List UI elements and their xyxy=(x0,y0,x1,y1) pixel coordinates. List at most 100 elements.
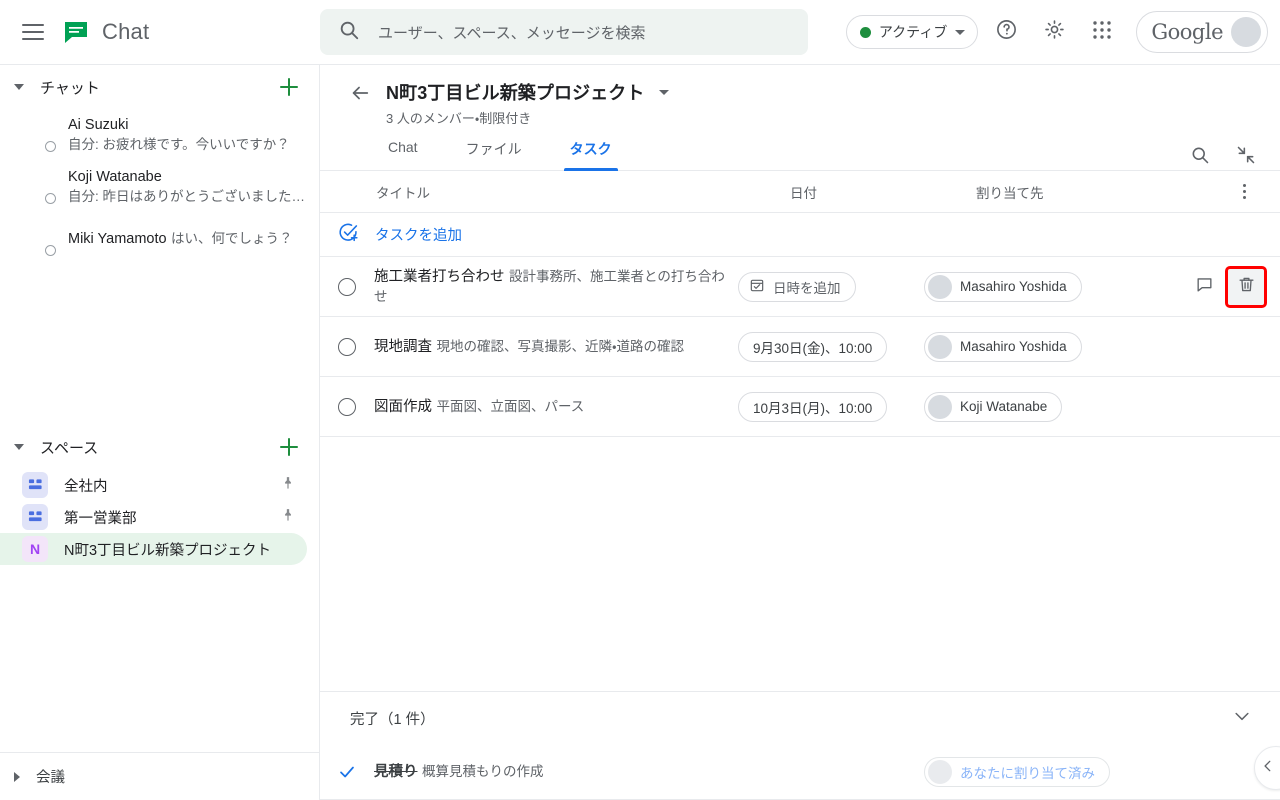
settings-button[interactable] xyxy=(1034,12,1074,52)
chevron-right-icon[interactable] xyxy=(14,771,20,782)
task-date-chip[interactable]: 10月3日(月)、10:00 xyxy=(738,391,888,422)
chat-list-item[interactable]: Ai Suzuki 自分: お疲れ様です。今いいですか？ xyxy=(0,109,319,161)
completed-task-row[interactable]: 見積り 概算見積もりの作成 あなたに割り当て済み xyxy=(320,744,1280,800)
space-subtitle: 3 人のメンバー・制限付き xyxy=(386,111,532,126)
app-root: Chat ユーザー、スペース、メッセージを検索 アクティブ Google チャッ… xyxy=(0,0,1280,800)
task-area: タイトル 日付 割り当て先 タスクを追加 施工業者打ち合わせ 設計事務所、施工業… xyxy=(320,171,1280,800)
completed-toggle-button[interactable] xyxy=(1222,698,1262,738)
table-row[interactable]: 現地調査 現地の確認、写真撮影、近隣・道路の確認 9月30日(金)、10:00 … xyxy=(320,317,1280,377)
task-assignee-chip[interactable]: Koji Watanabe xyxy=(924,391,1063,422)
completed-checkbox[interactable] xyxy=(338,763,356,781)
tab-files[interactable]: ファイル xyxy=(464,133,524,170)
kebab-menu-icon[interactable] xyxy=(1237,178,1252,205)
chevron-down-icon[interactable] xyxy=(658,89,669,95)
meetings-section-header[interactable]: 会議 xyxy=(0,752,319,800)
gear-icon xyxy=(1043,18,1066,46)
completed-task-description: 概算見積もりの作成 xyxy=(421,763,544,779)
help-icon xyxy=(995,18,1018,46)
task-assignee-chip[interactable]: Masahiro Yoshida xyxy=(924,271,1082,302)
brand: Chat xyxy=(62,18,149,46)
main-header: N町3丁目ビル新築プロジェクト 3 人のメンバー・制限付き Chat ファイル … xyxy=(320,65,1280,171)
spaces-section-title: スペース xyxy=(40,439,99,457)
back-button[interactable] xyxy=(340,75,380,115)
task-title: 図面作成 xyxy=(374,398,432,415)
meetings-section-title: 会議 xyxy=(36,770,65,786)
chat-item-snippet: はい、何でしょう？ xyxy=(171,231,293,246)
avatar xyxy=(22,119,56,152)
sidebar-item-space-sales-dept[interactable]: 第一営業部 xyxy=(0,501,307,533)
task-date-chip[interactable]: 9月30日(金)、10:00 xyxy=(738,331,888,362)
task-checkbox[interactable] xyxy=(338,397,356,416)
task-assignee-chip[interactable]: Masahiro Yoshida xyxy=(924,331,1082,362)
chat-list-item[interactable]: Koji Watanabe 自分: 昨日はありがとうございました… xyxy=(0,161,319,213)
status-label: アクティブ xyxy=(878,24,948,40)
search-wrap: ユーザー、スペース、メッセージを検索 xyxy=(320,9,808,55)
avatar xyxy=(928,394,952,419)
avatar xyxy=(928,759,952,784)
pin-icon[interactable] xyxy=(281,476,295,495)
task-date-label: 日時を追加 xyxy=(773,280,841,296)
task-date-label: 10月3日(月)、10:00 xyxy=(753,400,873,416)
search-placeholder: ユーザー、スペース、メッセージを検索 xyxy=(378,24,646,42)
avatar xyxy=(928,274,952,299)
column-header-title: タイトル xyxy=(376,185,430,201)
table-row[interactable]: 図面作成 平面図、立面図、パース 10月3日(月)、10:00 Koji Wat… xyxy=(320,377,1280,437)
pin-icon[interactable] xyxy=(281,508,295,527)
main-header-actions xyxy=(1180,137,1266,177)
space-initial-icon: N xyxy=(22,536,48,562)
chat-list-item[interactable]: Miki Yamamoto はい、何でしょう？ xyxy=(0,213,319,265)
apps-grid-icon xyxy=(1092,20,1112,45)
column-header-assignee: 割り当て先 xyxy=(976,185,1044,201)
tab-chat[interactable]: Chat xyxy=(386,133,420,170)
task-comment-button[interactable] xyxy=(1186,269,1222,305)
task-date-label: 9月30日(金)、10:00 xyxy=(753,340,873,356)
help-button[interactable] xyxy=(986,12,1026,52)
chevron-down-icon xyxy=(1232,706,1252,731)
spaces-section-header: スペース xyxy=(0,425,319,469)
search-in-space-button[interactable] xyxy=(1180,137,1220,177)
table-row[interactable]: 施工業者打ち合わせ 設計事務所、施工業者との打ち合わせ 日時を追加 Masahi… xyxy=(320,257,1280,317)
chevron-down-icon[interactable] xyxy=(14,444,24,450)
apps-button[interactable] xyxy=(1082,12,1122,52)
google-wordmark: Google xyxy=(1151,20,1223,44)
space-label: N町3丁目ビル新築プロジェクト xyxy=(64,542,272,559)
task-date-chip[interactable]: 日時を追加 xyxy=(738,271,856,302)
task-table-header: タイトル 日付 割り当て先 xyxy=(320,171,1280,213)
presence-indicator-icon xyxy=(45,141,56,152)
status-selector[interactable]: アクティブ xyxy=(845,15,979,49)
chat-section-title: チャット xyxy=(40,79,100,97)
search-input[interactable]: ユーザー、スペース、メッセージを検索 xyxy=(320,9,808,55)
space-grid-icon xyxy=(22,472,48,498)
sidebar-item-space-all-company[interactable]: 全社内 xyxy=(0,469,307,501)
main-pane: N町3丁目ビル新築プロジェクト 3 人のメンバー・制限付き Chat ファイル … xyxy=(320,64,1280,800)
new-space-button[interactable] xyxy=(277,435,301,459)
task-checkbox[interactable] xyxy=(338,337,356,356)
body: チャット Ai Suzuki 自分: お疲れ様です。今いいですか？ Koji W… xyxy=(0,64,1280,800)
comment-icon xyxy=(1195,275,1214,299)
task-description: 現地の確認、写真撮影、近隣・道路の確認 xyxy=(436,338,685,354)
tab-tasks[interactable]: タスク xyxy=(563,133,618,171)
collapse-button[interactable] xyxy=(1226,137,1266,177)
new-chat-button[interactable] xyxy=(277,75,301,99)
add-task-label: タスクを追加 xyxy=(375,228,462,244)
sidebar-item-space-n-project[interactable]: N N町3丁目ビル新築プロジェクト xyxy=(0,533,307,565)
avatar xyxy=(22,223,56,256)
add-task-button[interactable]: タスクを追加 xyxy=(320,213,1280,257)
trash-icon xyxy=(1237,275,1256,299)
chat-item-name: Miki Yamamoto xyxy=(68,231,167,247)
column-header-date: 日付 xyxy=(790,185,817,201)
completed-section-header[interactable]: 完了（1 件） xyxy=(320,692,1280,744)
task-assignee-label: Masahiro Yoshida xyxy=(960,339,1067,354)
task-checkbox[interactable] xyxy=(338,277,356,296)
task-title: 現地調査 xyxy=(374,338,432,355)
presence-indicator-icon xyxy=(45,245,56,256)
hamburger-icon[interactable] xyxy=(22,20,46,44)
account-button[interactable]: Google xyxy=(1136,11,1268,53)
search-icon xyxy=(1190,145,1210,170)
space-label: 全社内 xyxy=(64,478,108,495)
top-bar-right: アクティブ Google xyxy=(845,0,1268,64)
task-delete-button[interactable] xyxy=(1225,265,1267,308)
chevron-down-icon[interactable] xyxy=(14,84,24,90)
completed-task-assignee-chip[interactable]: あなたに割り当て済み xyxy=(924,756,1110,787)
